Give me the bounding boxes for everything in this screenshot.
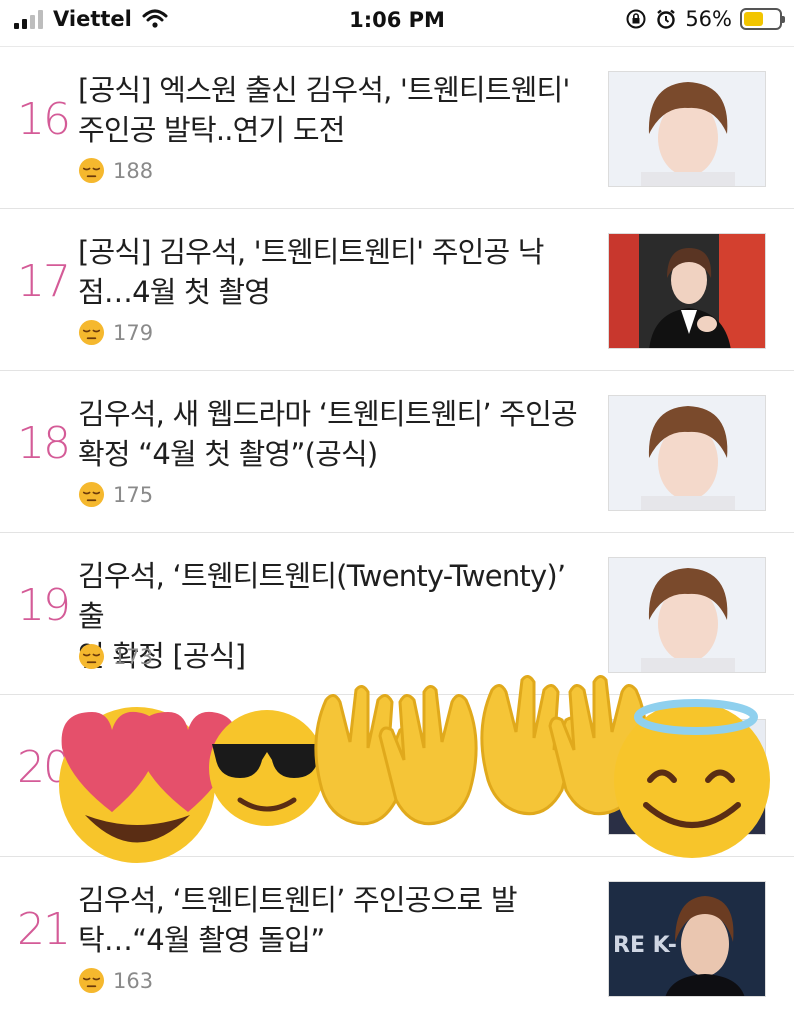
article-row[interactable]: 17 [공식] 김우석, '트웬티트웬티' 주인공 낙 점…4월 첫 촬영 17… xyxy=(0,208,794,370)
ranking-list: 16 [공식] 엑스원 출신 김우석, '트웬티트웬티' 주인공 발탁..연기 … xyxy=(0,46,794,1018)
battery-level xyxy=(744,12,764,26)
reaction-count: 175 xyxy=(113,482,154,507)
title-line: 주인공 발탁..연기 도전 xyxy=(78,113,345,147)
rotation-lock-icon xyxy=(626,9,646,29)
rank-number: 20 xyxy=(17,742,71,793)
rank-number: 17 xyxy=(17,256,71,307)
sleepy-face-icon xyxy=(78,967,105,994)
title-line: 김우석, 새 웹드라마 ‘트웬티트웬티’ 주인공 xyxy=(78,397,578,431)
article-thumbnail[interactable] xyxy=(608,395,766,511)
battery-icon xyxy=(740,8,785,30)
article-title[interactable]: [공식] 엑스원 출신 김우석, '트웬티트웬티' 주인공 발탁..연기 도전 xyxy=(78,70,598,150)
alarm-icon xyxy=(657,9,676,29)
article-thumbnail[interactable] xyxy=(608,719,766,835)
rank-number: 16 xyxy=(17,94,71,145)
title-line: 연 확정 [공식] xyxy=(78,639,246,673)
backdrop-text: RE K- xyxy=(613,933,677,958)
article-row[interactable]: 21 김우석, ‘트웬티트웬티’ 주인공으로 발 탁…“4월 촬영 돌입” 16… xyxy=(0,856,794,1018)
title-line: 확정 “4월 첫 촬영”(공식) xyxy=(78,437,378,471)
reaction-meta: 163 xyxy=(78,967,153,994)
article-title[interactable]: 김우석, ‘트웬티트웬티’ 주인공으로 발 탁…“4월 촬영 돌입” xyxy=(78,880,598,960)
rank-number: 18 xyxy=(17,418,71,469)
title-line: 김우석, ‘트웬티트웬티’ 주인공으로 발 xyxy=(78,883,518,917)
reaction-count: 179 xyxy=(113,320,154,345)
article-title[interactable]: [공식] 김우석, '트웬티트웬티' 주인공 낙 점…4월 첫 촬영 xyxy=(78,232,598,312)
title-line: 김우석, ‘트웬티트웬티(Twenty-Twenty)’ 출 xyxy=(78,559,566,633)
battery-percent: 56% xyxy=(685,7,732,31)
article-thumbnail[interactable] xyxy=(608,71,766,187)
sleepy-face-icon xyxy=(78,643,105,670)
sleepy-face-icon xyxy=(78,319,105,346)
article-row[interactable]: 18 김우석, 새 웹드라마 ‘트웬티트웬티’ 주인공 확정 “4월 첫 촬영”… xyxy=(0,370,794,532)
article-thumbnail[interactable]: RE K- xyxy=(608,881,766,997)
reaction-count: 173 xyxy=(113,644,154,669)
article-title[interactable]: 김우석, ‘트웬티트웬티(Twenty-Twenty)’ 출 연 확정 [공식] xyxy=(78,556,598,676)
title-line: [공식] 엑스원 출신 김우석, '트웬티트웬티' xyxy=(78,73,570,107)
reaction-meta: 175 xyxy=(78,481,153,508)
article-row[interactable]: 16 [공식] 엑스원 출신 김우석, '트웬티트웬티' 주인공 발탁..연기 … xyxy=(0,46,794,208)
status-bar: Viettel 1:06 PM 56% xyxy=(0,0,794,40)
reaction-meta: 188 xyxy=(78,157,153,184)
reaction-count: 188 xyxy=(113,158,154,183)
article-row[interactable]: 20 xyxy=(0,694,794,856)
reaction-count: 163 xyxy=(113,968,154,993)
reaction-meta: 179 xyxy=(78,319,153,346)
rank-number: 21 xyxy=(17,904,71,955)
rank-number: 19 xyxy=(17,580,71,631)
title-line: 점…4월 첫 촬영 xyxy=(78,275,271,309)
title-line: 탁…“4월 촬영 돌입” xyxy=(78,923,325,957)
title-line: [공식] 김우석, '트웬티트웬티' 주인공 낙 xyxy=(78,235,544,269)
status-right: 56% xyxy=(625,7,785,31)
sleepy-face-icon xyxy=(78,481,105,508)
article-thumbnail[interactable] xyxy=(608,233,766,349)
article-title[interactable]: 김우석, 새 웹드라마 ‘트웬티트웬티’ 주인공 확정 “4월 첫 촬영”(공식… xyxy=(78,394,598,474)
article-thumbnail[interactable] xyxy=(608,557,766,673)
reaction-meta: 173 xyxy=(78,643,153,670)
article-row[interactable]: 19 김우석, ‘트웬티트웬티(Twenty-Twenty)’ 출 연 확정 [… xyxy=(0,532,794,694)
sleepy-face-icon xyxy=(78,157,105,184)
